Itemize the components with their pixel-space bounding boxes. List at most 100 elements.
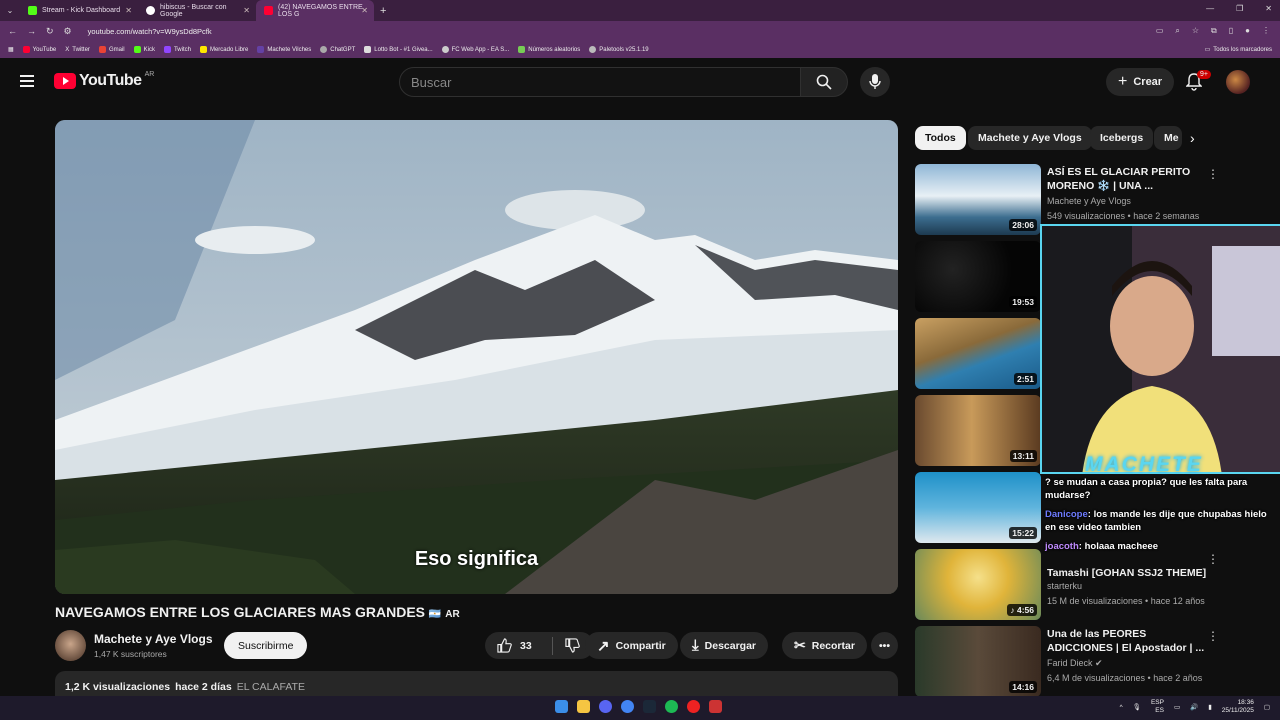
back-icon[interactable]: ← [8, 26, 17, 36]
x-icon: X [65, 46, 70, 53]
recommendation-item[interactable]: 14:16 Una de las PEORES ADICCIONES | El … [915, 626, 1265, 698]
video-thumbnail[interactable]: 13:11 [915, 395, 1041, 466]
create-button[interactable]: + Crear [1106, 68, 1175, 96]
bookmark-paletools[interactable]: Paletools v25.1.19 [589, 46, 649, 53]
bookmark-fcwebapp[interactable]: FC Web App - EA S... [441, 46, 509, 53]
more-actions-button[interactable]: ••• [871, 632, 898, 659]
share-button[interactable]: ↗ Compartir [585, 632, 678, 659]
video-thumbnail[interactable]: 2:51 [915, 318, 1041, 389]
chat-message: Danicope: los mande les dije que chupaba… [1045, 509, 1267, 533]
video-thumbnail[interactable]: 15:22 [915, 472, 1041, 543]
chip-more[interactable]: Me [1154, 126, 1182, 150]
more-vert-icon[interactable]: ⋮ [1207, 167, 1219, 181]
chevron-up-icon[interactable]: ^ [1120, 704, 1123, 711]
channel-avatar[interactable] [55, 630, 86, 661]
all-bookmarks[interactable]: ▭ Todos los marcadores [1205, 46, 1272, 54]
profile-icon[interactable]: ● [1245, 26, 1250, 36]
bookmark-youtube[interactable]: YouTube [22, 46, 56, 53]
mic-tray-icon[interactable]: 🎙 [1133, 703, 1141, 711]
clock[interactable]: 18:36 25/11/2025 [1222, 699, 1254, 715]
bookmark-numeros[interactable]: Números aleatorios [518, 46, 580, 53]
search-button[interactable] [800, 67, 848, 97]
tab-search-icon[interactable]: ⌄ [0, 6, 20, 15]
cast-icon[interactable]: ▭ [1156, 26, 1164, 36]
volume-icon[interactable]: 🔊 [1190, 703, 1198, 711]
taskbar: ^ 🎙 ESP ES ▭ 🔊 ▮ 18:36 25/11/2025 ▢ [0, 696, 1280, 720]
webcam-overlay [1040, 224, 1280, 474]
apps-icon[interactable]: ▦ [8, 46, 14, 53]
app-icon-2[interactable] [709, 700, 722, 713]
bookmark-twitch[interactable]: Twitch [163, 46, 191, 53]
sidebar-icon[interactable]: ▯ [1229, 26, 1233, 36]
video-thumbnail[interactable]: 19:53 [915, 241, 1041, 312]
minimize-icon[interactable]: — [1206, 4, 1214, 13]
video-thumbnail[interactable]: 14:16 [915, 626, 1041, 697]
language-indicator[interactable]: ESP ES [1151, 699, 1164, 715]
video-player[interactable]: Eso significa [55, 120, 898, 594]
battery-icon[interactable]: ▮ [1208, 703, 1212, 711]
more-vert-icon[interactable]: ⋮ [1207, 552, 1219, 566]
tab-kick[interactable]: Stream - Kick Dashboard ✕ [20, 0, 138, 21]
close-icon[interactable]: ✕ [243, 6, 250, 15]
like-button[interactable]: 33 [497, 638, 532, 653]
tab-youtube[interactable]: (42) NAVEGAMOS ENTRE LOS G ✕ [256, 0, 374, 21]
youtube-logo[interactable]: YouTube AR [54, 71, 154, 90]
menu-icon[interactable] [20, 75, 34, 87]
chip-icebergs[interactable]: Icebergs [1090, 126, 1154, 150]
voice-search-button[interactable] [860, 67, 890, 97]
download-button[interactable]: ⤓ Descargar [680, 632, 769, 659]
close-icon[interactable]: ✕ [361, 6, 368, 15]
clip-button[interactable]: ✂ Recortar [782, 632, 867, 659]
spotify-icon[interactable] [665, 700, 678, 713]
video-thumbnail[interactable]: 28:06 [915, 164, 1041, 235]
menu-icon[interactable]: ⋮ [1262, 26, 1270, 36]
new-tab-button[interactable]: + [380, 5, 386, 17]
chrome-icon[interactable] [621, 700, 634, 713]
recommendation-item[interactable]: ♪ 4:56 Tamashi [GOHAN SSJ2 THEME] starte… [915, 549, 1265, 621]
bookmark-chatgpt[interactable]: ChatGPT [320, 46, 355, 53]
youtube-icon [264, 6, 273, 15]
subscribe-button[interactable]: Suscribirme [224, 632, 308, 659]
restore-icon[interactable]: ❐ [1236, 4, 1243, 13]
chevron-right-icon[interactable]: › [1190, 130, 1195, 146]
bookmark-machete[interactable]: Machete Vilches [257, 46, 311, 53]
video-frame [55, 120, 898, 594]
channel-with-verified[interactable]: Farid Dieck ✔ [1047, 658, 1103, 669]
windows-start-icon[interactable] [555, 700, 568, 713]
tab-google[interactable]: hibiscus - Buscar con Google ✕ [138, 0, 256, 21]
more-vert-icon[interactable]: ⋮ [1207, 629, 1219, 643]
search-input[interactable]: Buscar [399, 67, 801, 97]
bookmark-twitter[interactable]: X Twitter [65, 47, 90, 53]
chip-channel[interactable]: Machete y Aye Vlogs [968, 126, 1092, 150]
bookmark-kick[interactable]: Kick [133, 46, 155, 53]
forward-icon[interactable]: → [27, 26, 36, 36]
site-info-icon[interactable]: ⚙ [64, 26, 72, 37]
close-window-icon[interactable]: ✕ [1265, 4, 1272, 13]
wifi-icon[interactable]: ▭ [1174, 703, 1180, 711]
channel-name[interactable]: Machete y Aye Vlogs [94, 632, 213, 646]
address-bar: ← → ↻ ⚙ youtube.com/watch?v=W9ysDd8Pcfk … [0, 21, 1280, 41]
reload-icon[interactable]: ↻ [46, 26, 54, 37]
more-icon: ••• [878, 639, 891, 652]
chip-todos[interactable]: Todos [915, 126, 966, 150]
star-icon[interactable]: ☆ [1192, 26, 1199, 36]
app-icon[interactable] [687, 700, 700, 713]
thumbs-down-icon[interactable] [565, 638, 580, 653]
url-field[interactable]: youtube.com/watch?v=W9ysDd8Pcfk [88, 27, 212, 36]
tab-label: (42) NAVEGAMOS ENTRE LOS G [278, 3, 363, 18]
bookmark-lottobot[interactable]: Lotto Bot - #1 Givea... [364, 46, 433, 53]
browser-tabbar: ⌄ Stream - Kick Dashboard ✕ hibiscus - B… [0, 0, 1280, 21]
tab-label: hibiscus - Buscar con Google [160, 3, 227, 18]
bookmark-gmail[interactable]: Gmail [98, 46, 125, 53]
close-icon[interactable]: ✕ [125, 6, 132, 15]
zoom-icon[interactable]: ⌕ [1175, 26, 1179, 36]
account-avatar[interactable] [1226, 70, 1250, 94]
bookmark-mercadolibre[interactable]: Mercado Libre [199, 46, 248, 53]
extensions-icon[interactable]: ⧉ [1211, 26, 1217, 36]
steam-icon[interactable] [643, 700, 656, 713]
search-icon [816, 74, 832, 90]
file-explorer-icon[interactable] [577, 700, 590, 713]
discord-icon[interactable] [599, 700, 612, 713]
notification-center-icon[interactable]: ▢ [1264, 703, 1270, 711]
video-thumbnail[interactable]: ♪ 4:56 [915, 549, 1041, 620]
